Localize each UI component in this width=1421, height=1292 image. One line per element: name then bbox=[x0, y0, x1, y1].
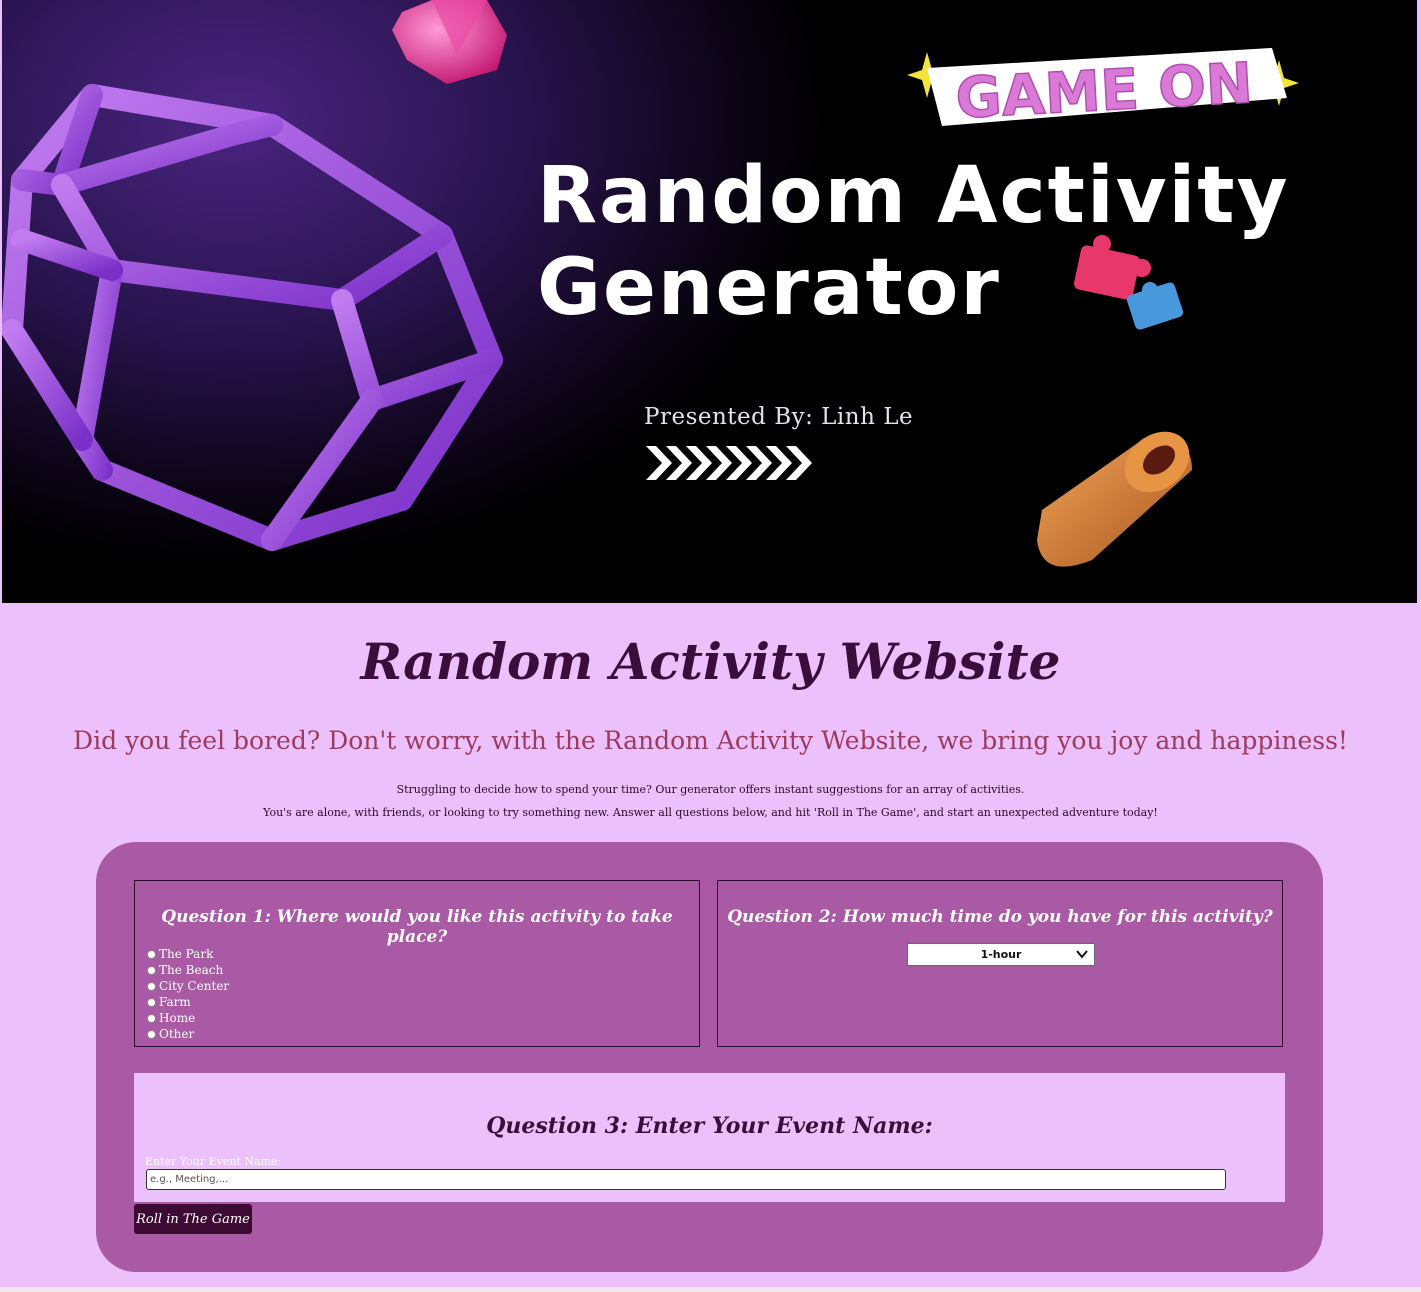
game-on-sticker: GAME ON bbox=[912, 48, 1297, 132]
intro-text-line1: Struggling to decide how to spend your t… bbox=[396, 783, 1025, 796]
event-name-label: Enter Your Event Name: bbox=[145, 1155, 282, 1168]
roll-in-the-game-button[interactable]: Roll in The Game bbox=[134, 1204, 252, 1234]
radio-button[interactable] bbox=[147, 965, 156, 975]
option-the-park[interactable]: The Park bbox=[147, 946, 229, 962]
question3-box: Question 3: Enter Your Event Name: Enter… bbox=[134, 1073, 1285, 1202]
tagline: Did you feel bored? Don't worry, with th… bbox=[73, 726, 1348, 755]
banner-title-line1: Random Activity bbox=[537, 151, 1290, 241]
option-the-beach[interactable]: The Beach bbox=[147, 962, 229, 978]
presented-by: Presented By: Linh Le bbox=[644, 404, 914, 430]
intro-text-line2: You's are alone, with friends, or lookin… bbox=[263, 806, 1158, 819]
location-options: The Park The Beach City Center Farm Home… bbox=[147, 946, 229, 1042]
sticker-text: GAME ON bbox=[954, 51, 1254, 126]
banner-title: Random Activity Generator bbox=[537, 150, 1397, 334]
time-select-value: 1-hour bbox=[980, 948, 1022, 961]
page-title: Random Activity Website bbox=[360, 632, 1061, 691]
page-bottom-edge bbox=[0, 1287, 1421, 1292]
hero-banner: GAME ON Random Activity Generator Presen… bbox=[2, 0, 1417, 603]
question-form: Question 1: Where would you like this ac… bbox=[96, 842, 1323, 1272]
chevron-arrows-icon bbox=[646, 446, 812, 480]
banner-title-line2: Generator bbox=[537, 243, 1001, 333]
tube-decoration bbox=[1037, 431, 1192, 567]
radio-button[interactable] bbox=[147, 997, 156, 1007]
wireframe-shape bbox=[2, 84, 503, 551]
radio-button[interactable] bbox=[147, 949, 156, 959]
radio-button[interactable] bbox=[147, 1029, 156, 1039]
option-farm[interactable]: Farm bbox=[147, 994, 229, 1010]
radio-button[interactable] bbox=[147, 1013, 156, 1023]
time-select[interactable]: 1-hour bbox=[907, 943, 1095, 966]
event-name-input[interactable] bbox=[146, 1169, 1226, 1190]
question2-box: Question 2: How much time do you have fo… bbox=[717, 880, 1283, 1047]
radio-button[interactable] bbox=[147, 981, 156, 991]
chevron-down-icon bbox=[1076, 950, 1088, 959]
option-home[interactable]: Home bbox=[147, 1010, 229, 1026]
question2-heading: Question 2: How much time do you have fo… bbox=[727, 907, 1273, 927]
option-other[interactable]: Other bbox=[147, 1026, 229, 1042]
option-city-center[interactable]: City Center bbox=[147, 978, 229, 994]
question1-heading: Question 1: Where would you like this ac… bbox=[161, 907, 673, 947]
question3-heading: Question 3: Enter Your Event Name: bbox=[486, 1113, 933, 1139]
question1-box: Question 1: Where would you like this ac… bbox=[134, 880, 700, 1047]
